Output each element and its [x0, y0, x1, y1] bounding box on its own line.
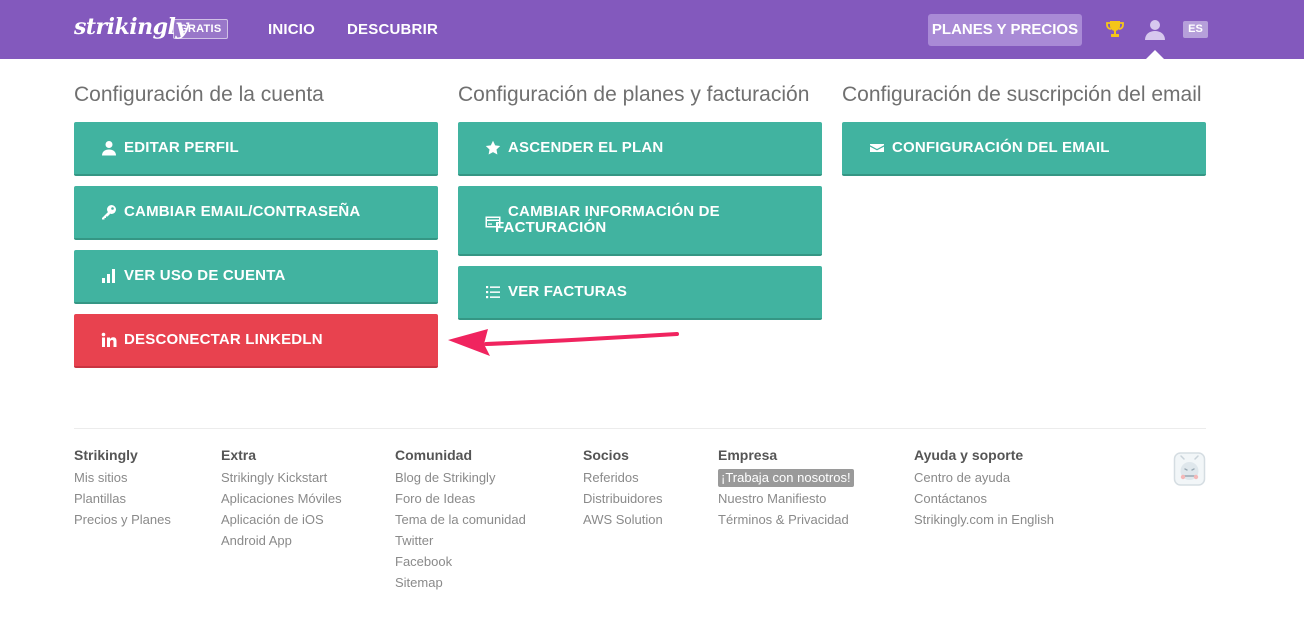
email-settings-section: Configuración de suscripción del email C… — [842, 82, 1206, 186]
footer-link-sitemap[interactable]: Sitemap — [395, 574, 526, 595]
footer-link-pricing[interactable]: Precios y Planes — [74, 511, 171, 532]
footer-link-referrals[interactable]: Referidos — [583, 469, 663, 490]
upgrade-plan-label: ASCENDER EL PLAN — [508, 139, 664, 156]
account-settings-section: Configuración de la cuenta EDITAR PERFIL… — [74, 82, 438, 378]
linkedin-icon — [101, 332, 117, 347]
language-selector[interactable]: ES — [1183, 21, 1208, 38]
user-icon[interactable] — [1143, 17, 1167, 41]
footer-link-manifesto[interactable]: Nuestro Manifiesto — [718, 490, 854, 511]
change-email-password-button[interactable]: CAMBIAR EMAIL/CONTRASEÑA — [74, 186, 438, 240]
footer-link-templates[interactable]: Plantillas — [74, 490, 171, 511]
account-settings-title: Configuración de la cuenta — [74, 83, 324, 106]
mascot-icon — [1173, 452, 1206, 486]
footer-col-extra: Extra Strikingly Kickstart Aplicaciones … — [221, 446, 342, 553]
view-account-usage-label: VER USO DE CUENTA — [124, 267, 286, 284]
footer-heading-strikingly: Strikingly — [74, 447, 138, 463]
footer-link-facebook[interactable]: Facebook — [395, 553, 526, 574]
plans-pricing-button[interactable]: PLANES Y PRECIOS — [928, 14, 1082, 46]
footer-col-partners: Socios Referidos Distribuidores AWS Solu… — [583, 446, 663, 532]
view-account-usage-button[interactable]: VER USO DE CUENTA — [74, 250, 438, 304]
footer-link-english-site[interactable]: Strikingly.com in English — [914, 511, 1054, 532]
email-configuration-button[interactable]: CONFIGURACIÓN DEL EMAIL — [842, 122, 1206, 176]
key-icon — [102, 205, 116, 220]
footer-heading-community: Comunidad — [395, 447, 472, 463]
top-navbar: strikingly GRATIS INICIO DESCUBRIR PLANE… — [0, 0, 1304, 59]
footer-link-ios-app[interactable]: Aplicación de iOS — [221, 511, 342, 532]
plan-badge: GRATIS — [173, 19, 228, 39]
footer-col-company: Empresa ¡Trabaja con nosotros! Nuestro M… — [718, 446, 854, 532]
edit-profile-label: EDITAR PERFIL — [124, 139, 239, 156]
billing-settings-title: Configuración de planes y facturación — [458, 83, 810, 106]
footer-link-my-sites[interactable]: Mis sitios — [74, 469, 171, 490]
footer-link-contact[interactable]: Contáctanos — [914, 490, 1054, 511]
footer-link-android-app[interactable]: Android App — [221, 532, 342, 553]
footer-link-jobs[interactable]: ¡Trabaja con nosotros! — [718, 469, 854, 490]
disconnect-linkedin-button[interactable]: DESCONECTAR LINKEDLN — [74, 314, 438, 368]
footer-divider — [74, 428, 1206, 429]
user-menu-caret — [1146, 50, 1164, 59]
footer-heading-company: Empresa — [718, 447, 778, 463]
star-icon — [485, 140, 501, 155]
footer-heading-partners: Socios — [583, 447, 629, 463]
footer-heading-extra: Extra — [221, 447, 257, 463]
edit-profile-button[interactable]: EDITAR PERFIL — [74, 122, 438, 176]
list-icon — [486, 286, 500, 299]
footer-col-support: Ayuda y soporte Centro de ayuda Contácta… — [914, 446, 1054, 532]
view-invoices-button[interactable]: VER FACTURAS — [458, 266, 822, 320]
footer-heading-support: Ayuda y soporte — [914, 447, 1024, 463]
footer-col-community: Comunidad Blog de Strikingly Foro de Ide… — [395, 446, 526, 595]
user-icon — [102, 141, 116, 156]
bar-chart-icon — [102, 269, 115, 283]
email-settings-title: Configuración de suscripción del email — [842, 83, 1202, 106]
nav-link-descubrir[interactable]: DESCUBRIR — [347, 21, 438, 38]
footer-link-blog[interactable]: Blog de Strikingly — [395, 469, 526, 490]
envelope-icon — [870, 144, 884, 152]
footer-col-strikingly: Strikingly Mis sitios Plantillas Precios… — [74, 446, 171, 532]
change-billing-info-label: CAMBIAR INFORMACIÓN DE FACTURACIÓN — [495, 203, 720, 236]
nav-link-inicio[interactable]: INICIO — [268, 21, 315, 38]
change-email-password-label: CAMBIAR EMAIL/CONTRASEÑA — [124, 203, 361, 220]
footer-link-resellers[interactable]: Distribuidores — [583, 490, 663, 511]
footer-link-community-theme[interactable]: Tema de la comunidad — [395, 511, 526, 532]
strikingly-logo[interactable]: strikingly — [74, 14, 188, 40]
footer-link-help-center[interactable]: Centro de ayuda — [914, 469, 1054, 490]
footer-link-kickstart[interactable]: Strikingly Kickstart — [221, 469, 342, 490]
annotation-arrow — [448, 329, 679, 356]
footer-link-terms-privacy[interactable]: Términos & Privacidad — [718, 511, 854, 532]
billing-settings-section: Configuración de planes y facturación AS… — [458, 82, 822, 330]
disconnect-linkedin-label: DESCONECTAR LINKEDLN — [124, 331, 323, 348]
trophy-icon[interactable] — [1105, 19, 1125, 39]
change-billing-info-button[interactable]: CAMBIAR INFORMACIÓN DE FACTURACIÓN — [458, 186, 822, 256]
view-invoices-label: VER FACTURAS — [508, 283, 628, 300]
footer-link-twitter[interactable]: Twitter — [395, 532, 526, 553]
footer-link-aws-solution[interactable]: AWS Solution — [583, 511, 663, 532]
footer-link-ideas-forum[interactable]: Foro de Ideas — [395, 490, 526, 511]
footer-link-mobile-apps[interactable]: Aplicaciones Móviles — [221, 490, 342, 511]
jobs-badge: ¡Trabaja con nosotros! — [718, 469, 854, 487]
upgrade-plan-button[interactable]: ASCENDER EL PLAN — [458, 122, 822, 176]
email-configuration-label: CONFIGURACIÓN DEL EMAIL — [892, 139, 1110, 156]
